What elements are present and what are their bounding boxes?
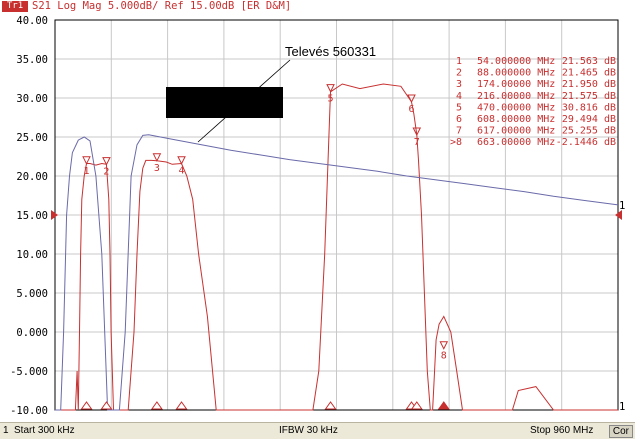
trace-end-label: 1: [619, 401, 625, 413]
marker-readout-value: 25.255 dB: [562, 126, 616, 137]
y-tick-labels: 40.00 35.00 30.00 25.00 20.00 15.00 10.00 5.000…: [10, 15, 48, 417]
stop-frequency[interactable]: Stop 960 MHz: [530, 425, 593, 436]
marker-readout-label: >8: [450, 137, 462, 148]
marker-readout-frequency: 470.00000 MHz: [477, 102, 555, 113]
marker-readout-frequency: 54.000000 MHz: [477, 56, 555, 67]
trace-end-label: 1: [619, 200, 625, 212]
marker-4-number: 4: [179, 166, 185, 177]
marker-readout-label: 3: [456, 79, 462, 90]
marker-6-number: 6: [408, 104, 414, 115]
marker-readout-frequency: 174.00000 MHz: [477, 79, 555, 90]
y-tick-label: 5.000: [16, 288, 48, 300]
y-tick-label: 25.00: [16, 132, 48, 144]
y-tick-label: 0.000: [16, 327, 48, 339]
channel-number: 1: [3, 425, 9, 436]
marker-7-number: 7: [414, 137, 420, 148]
marker-readout-value: 21.575 dB: [562, 91, 616, 102]
marker-readout-label: 4: [456, 91, 462, 102]
marker-2-number: 2: [103, 167, 109, 178]
correction-indicator[interactable]: Cor: [608, 425, 633, 438]
marker-readout-value: 21.563 dB: [562, 56, 616, 67]
redaction-box: [166, 87, 283, 118]
y-tick-label: 20.00: [16, 171, 48, 183]
y-tick-label: -10.00: [10, 405, 48, 417]
status-bar: 1 Start 300 kHz IFBW 30 kHz Stop 960 MHz…: [0, 422, 635, 439]
y-tick-label: 15.00: [16, 210, 48, 222]
marker-readout-value: 30.816 dB: [562, 102, 616, 113]
marker-1-number: 1: [83, 166, 89, 177]
ifbw-setting[interactable]: IFBW 30 kHz: [279, 425, 338, 436]
marker-3-number: 3: [154, 163, 160, 174]
marker-readout-label: 6: [456, 114, 462, 125]
marker-readout-value: 21.950 dB: [562, 79, 616, 90]
marker-readout-value: 29.494 dB: [562, 114, 616, 125]
marker-readout-frequency: 88.000000 MHz: [477, 68, 555, 79]
y-tick-label: 40.00: [16, 15, 48, 27]
marker-readout-label: 2: [456, 68, 462, 79]
marker-readout-label: 5: [456, 102, 462, 113]
marker-readout-frequency: 216.00000 MHz: [477, 91, 555, 102]
marker-readout-frequency: 608.00000 MHz: [477, 114, 555, 125]
marker-8-number: 8: [441, 351, 447, 362]
y-tick-label: 10.00: [16, 249, 48, 261]
marker-readout-frequency: 617.00000 MHz: [477, 126, 555, 137]
y-tick-label: -5.000: [10, 366, 48, 378]
network-analyzer-chart: 40.00 35.00 30.00 25.00 20.00 15.00 10.00 5.000…: [10, 15, 625, 417]
marker-readout-label: 1: [456, 56, 462, 67]
start-frequency[interactable]: Start 300 kHz: [14, 425, 75, 436]
marker-readout-value: 21.465 dB: [562, 68, 616, 79]
marker-readout-value: -2.1446 dB: [556, 137, 616, 148]
marker-5-number: 5: [328, 94, 334, 105]
marker-readout-frequency: 663.00000 MHz: [477, 137, 555, 148]
y-tick-label: 30.00: [16, 93, 48, 105]
marker-readout-label: 7: [456, 126, 462, 137]
y-tick-label: 35.00: [16, 54, 48, 66]
chart-annotation: Televés 560331: [285, 44, 376, 59]
